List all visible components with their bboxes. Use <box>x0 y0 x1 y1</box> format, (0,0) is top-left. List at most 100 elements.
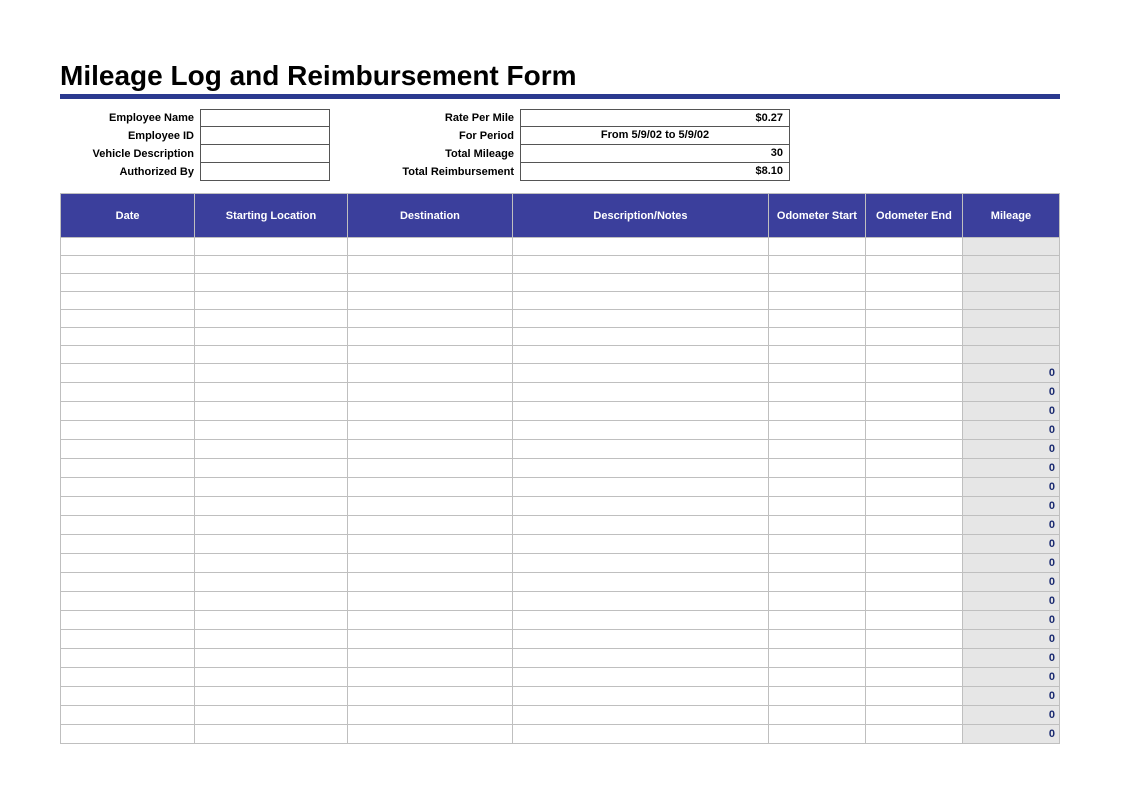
cell-start[interactable] <box>195 292 348 310</box>
cell-dest[interactable] <box>347 478 512 497</box>
cell-start[interactable] <box>195 274 348 292</box>
cell-start[interactable] <box>195 516 348 535</box>
cell-date[interactable] <box>61 725 195 744</box>
cell-date[interactable] <box>61 649 195 668</box>
cell-desc[interactable] <box>513 310 769 328</box>
cell-od-start[interactable] <box>768 706 865 725</box>
cell-start[interactable] <box>195 535 348 554</box>
cell-od-start[interactable] <box>768 310 865 328</box>
cell-od-start[interactable] <box>768 402 865 421</box>
cell-od-start[interactable] <box>768 554 865 573</box>
cell-od-end[interactable] <box>865 292 962 310</box>
cell-dest[interactable] <box>347 328 512 346</box>
cell-desc[interactable] <box>513 649 769 668</box>
cell-od-end[interactable] <box>865 402 962 421</box>
cell-start[interactable] <box>195 421 348 440</box>
cell-date[interactable] <box>61 478 195 497</box>
cell-od-end[interactable] <box>865 516 962 535</box>
cell-od-start[interactable] <box>768 630 865 649</box>
employee-id-field[interactable] <box>200 127 330 145</box>
cell-start[interactable] <box>195 478 348 497</box>
cell-dest[interactable] <box>347 292 512 310</box>
cell-od-end[interactable] <box>865 310 962 328</box>
cell-desc[interactable] <box>513 383 769 402</box>
cell-date[interactable] <box>61 497 195 516</box>
cell-start[interactable] <box>195 649 348 668</box>
cell-start[interactable] <box>195 459 348 478</box>
cell-dest[interactable] <box>347 630 512 649</box>
cell-od-end[interactable] <box>865 497 962 516</box>
cell-od-end[interactable] <box>865 274 962 292</box>
cell-od-start[interactable] <box>768 383 865 402</box>
cell-od-start[interactable] <box>768 573 865 592</box>
cell-od-start[interactable] <box>768 238 865 256</box>
cell-od-start[interactable] <box>768 346 865 364</box>
cell-dest[interactable] <box>347 535 512 554</box>
cell-date[interactable] <box>61 256 195 274</box>
cell-date[interactable] <box>61 292 195 310</box>
cell-desc[interactable] <box>513 687 769 706</box>
cell-dest[interactable] <box>347 668 512 687</box>
cell-od-start[interactable] <box>768 535 865 554</box>
cell-start[interactable] <box>195 440 348 459</box>
vehicle-description-field[interactable] <box>200 145 330 163</box>
cell-desc[interactable] <box>513 497 769 516</box>
cell-date[interactable] <box>61 402 195 421</box>
cell-dest[interactable] <box>347 497 512 516</box>
cell-dest[interactable] <box>347 459 512 478</box>
cell-od-end[interactable] <box>865 725 962 744</box>
cell-date[interactable] <box>61 459 195 478</box>
cell-od-start[interactable] <box>768 668 865 687</box>
cell-dest[interactable] <box>347 346 512 364</box>
cell-od-end[interactable] <box>865 440 962 459</box>
cell-od-end[interactable] <box>865 668 962 687</box>
cell-dest[interactable] <box>347 573 512 592</box>
cell-od-start[interactable] <box>768 725 865 744</box>
cell-start[interactable] <box>195 402 348 421</box>
cell-start[interactable] <box>195 592 348 611</box>
cell-od-end[interactable] <box>865 364 962 383</box>
cell-date[interactable] <box>61 440 195 459</box>
cell-start[interactable] <box>195 611 348 630</box>
cell-od-end[interactable] <box>865 592 962 611</box>
cell-start[interactable] <box>195 497 348 516</box>
cell-od-end[interactable] <box>865 346 962 364</box>
cell-desc[interactable] <box>513 706 769 725</box>
cell-od-end[interactable] <box>865 421 962 440</box>
cell-start[interactable] <box>195 383 348 402</box>
cell-od-end[interactable] <box>865 630 962 649</box>
cell-desc[interactable] <box>513 256 769 274</box>
cell-dest[interactable] <box>347 383 512 402</box>
cell-date[interactable] <box>61 630 195 649</box>
cell-desc[interactable] <box>513 346 769 364</box>
cell-date[interactable] <box>61 706 195 725</box>
cell-od-start[interactable] <box>768 274 865 292</box>
cell-dest[interactable] <box>347 592 512 611</box>
cell-dest[interactable] <box>347 554 512 573</box>
cell-date[interactable] <box>61 238 195 256</box>
cell-start[interactable] <box>195 668 348 687</box>
cell-start[interactable] <box>195 573 348 592</box>
for-period-field[interactable]: From 5/9/02 to 5/9/02 <box>520 127 790 145</box>
cell-start[interactable] <box>195 364 348 383</box>
cell-date[interactable] <box>61 516 195 535</box>
cell-date[interactable] <box>61 668 195 687</box>
cell-od-end[interactable] <box>865 706 962 725</box>
cell-desc[interactable] <box>513 459 769 478</box>
cell-start[interactable] <box>195 630 348 649</box>
cell-od-start[interactable] <box>768 292 865 310</box>
cell-od-end[interactable] <box>865 554 962 573</box>
cell-desc[interactable] <box>513 611 769 630</box>
cell-od-end[interactable] <box>865 459 962 478</box>
cell-date[interactable] <box>61 535 195 554</box>
cell-od-end[interactable] <box>865 328 962 346</box>
cell-od-end[interactable] <box>865 687 962 706</box>
cell-od-end[interactable] <box>865 535 962 554</box>
cell-dest[interactable] <box>347 725 512 744</box>
cell-date[interactable] <box>61 592 195 611</box>
cell-od-end[interactable] <box>865 573 962 592</box>
cell-date[interactable] <box>61 310 195 328</box>
cell-dest[interactable] <box>347 238 512 256</box>
cell-start[interactable] <box>195 706 348 725</box>
cell-dest[interactable] <box>347 440 512 459</box>
